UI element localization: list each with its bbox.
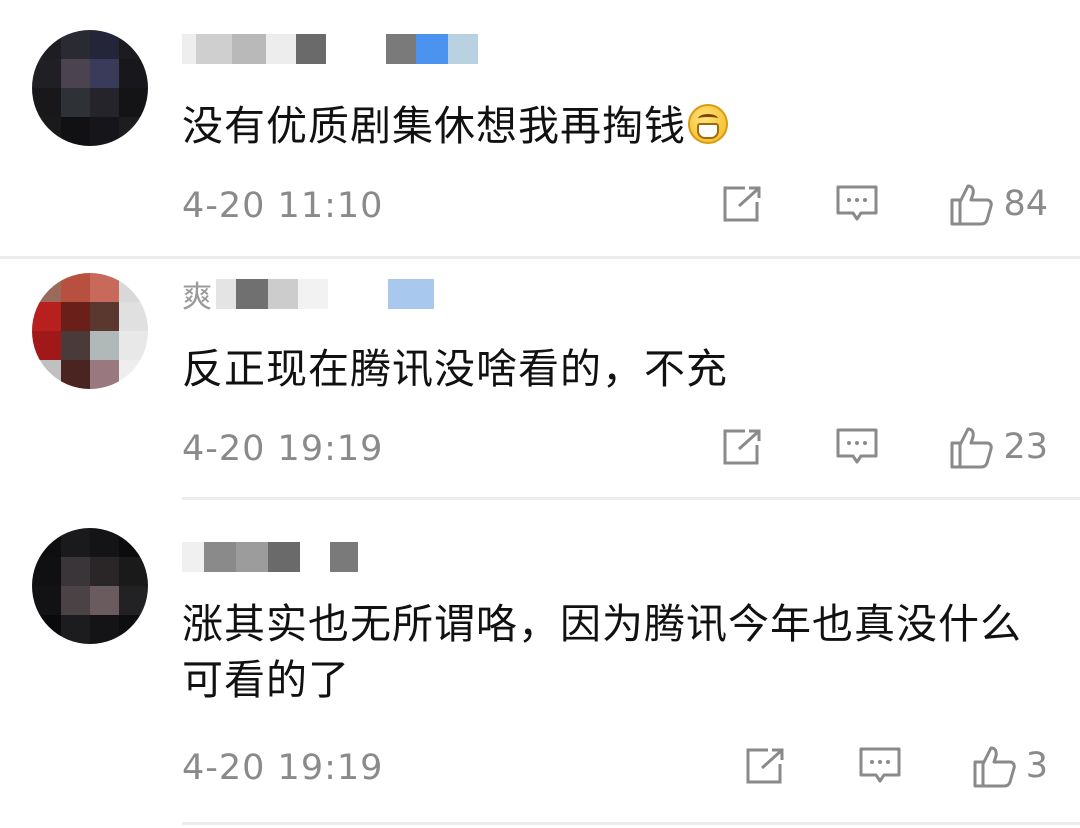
- comment-item: 涨其实也无所谓咯，因为腾讯今年也真没什么可看的了 4-20 19:19 3: [0, 520, 1080, 820]
- avatar[interactable]: [32, 30, 148, 146]
- grinning-emoji-icon: [688, 104, 728, 144]
- avatar[interactable]: [32, 273, 148, 389]
- divider: [182, 822, 1080, 825]
- reply-button[interactable]: [835, 184, 879, 224]
- thumbs-up-icon: [950, 184, 994, 226]
- share-button[interactable]: [721, 184, 765, 224]
- reply-button[interactable]: [858, 746, 902, 786]
- comment-icon: [859, 747, 901, 783]
- reply-button[interactable]: [835, 427, 879, 467]
- share-icon: [723, 429, 761, 465]
- share-button[interactable]: [721, 427, 765, 467]
- like-count: 23: [1003, 427, 1048, 467]
- like-button[interactable]: 3: [972, 744, 1048, 788]
- share-icon: [746, 748, 784, 784]
- username-blurred[interactable]: [182, 538, 358, 576]
- comment-actions: 84: [651, 180, 1048, 228]
- share-icon: [723, 186, 761, 222]
- comment-item: 没有优质剧集休想我再掏钱 4-20 11:10 84: [0, 0, 1080, 255]
- comment-icon: [836, 428, 878, 464]
- comment-text: 反正现在腾讯没啥看的，不充: [182, 345, 728, 393]
- comment-time: 4-20 19:19: [182, 429, 384, 469]
- comment-icon: [836, 185, 878, 221]
- comment-text: 涨其实也无所谓咯，因为腾讯今年也真没什么可看的了: [182, 600, 1022, 704]
- username-blurred[interactable]: [182, 30, 478, 68]
- like-button[interactable]: 23: [949, 425, 1048, 469]
- comment-actions: 3: [674, 742, 1048, 790]
- like-button[interactable]: 84: [949, 182, 1048, 226]
- comment-item: 爽 反正现在腾讯没啥看的，不充 4-20 19:19 23: [0, 259, 1080, 499]
- avatar[interactable]: [32, 528, 148, 644]
- comment-time: 4-20 19:19: [182, 748, 384, 788]
- like-count: 84: [1003, 184, 1048, 224]
- divider: [182, 497, 1080, 500]
- thumbs-up-icon: [950, 427, 994, 469]
- comment-time: 4-20 11:10: [182, 186, 384, 226]
- username-blurred[interactable]: 爽: [182, 275, 434, 315]
- thumbs-up-icon: [973, 746, 1016, 788]
- comment-actions: 23: [651, 423, 1048, 471]
- like-count: 3: [1025, 746, 1048, 786]
- share-button[interactable]: [744, 746, 788, 786]
- comment-text: 没有优质剧集休想我再掏钱: [182, 98, 1052, 154]
